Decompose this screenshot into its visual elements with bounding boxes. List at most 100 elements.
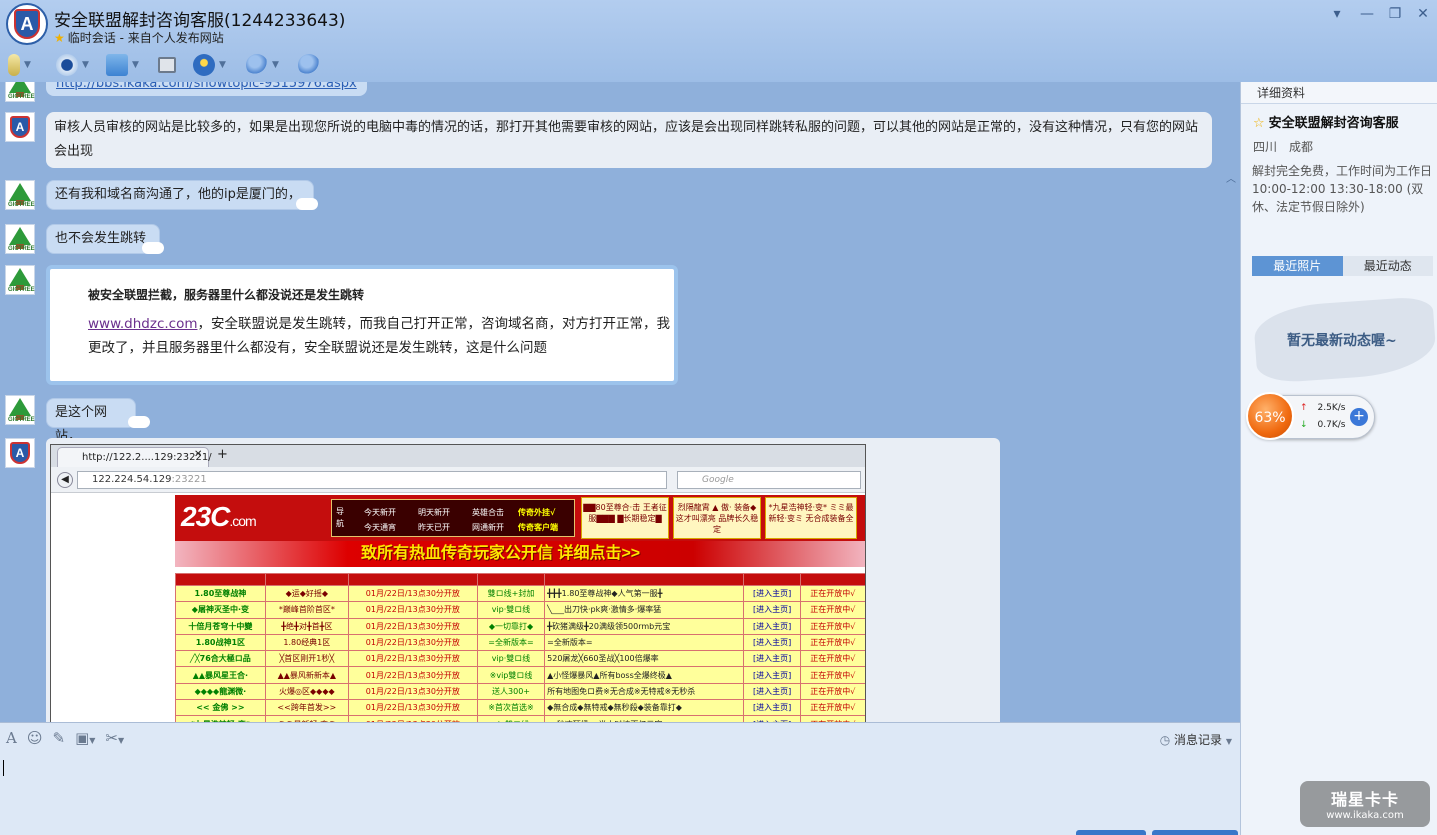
star-icon: ★	[54, 31, 65, 45]
video-call-button[interactable]: ▼	[56, 52, 89, 78]
message-bubble: 审核人员审核的网站是比较多的，如果是出现您所说的电脑中毒的情况的话，那打开其他需…	[46, 112, 1212, 168]
plus-icon[interactable]: +	[1350, 408, 1368, 426]
table-cell[interactable]: [进入主页]	[743, 650, 801, 668]
file-transfer-icon	[106, 54, 128, 76]
tab-recent-photos[interactable]: 最近照片	[1252, 256, 1343, 276]
microphone-icon	[8, 54, 20, 76]
minimize-button[interactable]: —	[1358, 6, 1376, 22]
table-cell: ▲▲暴风星王合·	[175, 666, 266, 684]
screen-share-button[interactable]	[158, 52, 176, 78]
table-cell: 01月/22日/13点30分开放	[347, 666, 478, 684]
table-cell: 01月/22日/13点30分开放	[347, 650, 478, 668]
panel-tabs: 最近照片 最近动态	[1252, 256, 1433, 276]
table-cell: 01月/22日/13点30分开放	[347, 699, 478, 717]
send-button[interactable]	[1152, 830, 1238, 835]
screenshot-image[interactable]: http://122.2....129:23221/ ✕ + ◀ 122.224…	[50, 444, 866, 722]
site-ad: ▇▇80至尊合·击 王者征服▇▇▇ ▇长期稳定▇	[581, 497, 669, 539]
table-cell: ※首次首选※	[476, 699, 546, 717]
chevron-up-icon[interactable]: ︿	[1226, 170, 1236, 185]
server-table: 1.80至尊战神 ◆运◆好摇◆ 01月/22日/13点30分开放 雙ロ线+封加 ╋╋╋1…	[175, 573, 865, 722]
table-row: 1.80战神1区 1.80经典1区 01月/22日/13点30分开放 =全新版本= =全…	[175, 633, 865, 652]
table-cell: 520屠龙╳660圣战╳100倍爆率	[544, 650, 745, 668]
browser-search: Google	[677, 471, 861, 489]
contact-avatar[interactable]: A	[6, 3, 48, 45]
table-cell[interactable]: [进入主页]	[743, 682, 801, 701]
table-cell: 1.80经典1区	[264, 633, 349, 652]
table-cell: 送人300+	[476, 682, 546, 701]
avatar[interactable]: GICTREE	[5, 395, 35, 425]
screen-share-icon	[158, 57, 176, 73]
close-button[interactable]: ✕	[1414, 6, 1432, 22]
browser-url: 122.224.54.129:23221	[77, 471, 667, 489]
chevron-down-icon: ▼	[132, 60, 139, 70]
table-cell[interactable]: [进入主页]	[743, 601, 801, 619]
speed-percent: 63%	[1246, 392, 1294, 440]
table-cell: ◆屠神灭圣中·变	[175, 601, 266, 619]
table-cell: 1.80至尊战神	[175, 584, 266, 603]
table-cell: ╋╋╋1.80至尊战神◆人气第一服╋	[544, 584, 745, 603]
table-cell[interactable]: [进入主页]	[743, 666, 801, 684]
message-link[interactable]: http://bbs.ikaka.com/showtopic-9315976.a…	[46, 82, 367, 96]
network-speed-widget[interactable]: 63% ↑ 2.5K/s ↓ 0.7K/s +	[1246, 392, 1375, 440]
site-header: 23C.com 导航 今天新开 明天新开 英雄合击 传奇外挂√ 今天通宵 昨天已…	[175, 495, 865, 541]
close-chat-button[interactable]	[1076, 830, 1146, 835]
tab-recent-activity[interactable]: 最近动态	[1342, 256, 1433, 276]
menu-dropdown-icon[interactable]: ▾	[1328, 6, 1346, 22]
message-link[interactable]: www.dhdzc.com	[88, 316, 198, 332]
avatar[interactable]: GICTREE	[5, 265, 35, 295]
table-cell: 01月/22日/13点30分开放	[347, 633, 478, 652]
table-cell: ※vip雙ロ线	[476, 666, 546, 684]
table-cell: vip·雙ロ线	[476, 601, 546, 619]
shield-logo-icon: A	[10, 116, 30, 138]
apps-button[interactable]: ▼	[193, 52, 226, 78]
back-icon: ◀	[57, 472, 73, 488]
star-icon: ☆	[1253, 116, 1265, 131]
message-history-button[interactable]: ◷ 消息记录 ▼	[1160, 731, 1232, 748]
avatar[interactable]: A	[5, 112, 35, 142]
table-cell[interactable]: [进入主页]	[743, 633, 801, 652]
send-file-button[interactable]: ▼	[106, 52, 139, 78]
table-row: ◆屠神灭圣中·变 *巅峰首阶首区* 01月/22日/13点30分开放 vip·雙ロ线 ╲…	[175, 601, 865, 619]
table-cell: 正在开放中√	[799, 601, 865, 619]
table-row: << 金佛 >> <<跨年首发>> 01月/22日/13点30分开放 ※首次首选※ ◆無…	[175, 699, 865, 717]
table-cell: 正在开放中√	[799, 682, 865, 701]
send-buttons	[1076, 830, 1240, 835]
avatar[interactable]: GICTREE	[5, 224, 35, 254]
voice-call-button[interactable]: ▼	[8, 52, 31, 78]
table-row: ◆◆◆◆龍渊微· 火爆◎区◆◆◆◆ 01月/22日/13点30分开放 送人300+ 所有…	[175, 682, 865, 701]
contact-name: ☆ 安全联盟解封咨询客服	[1253, 116, 1399, 131]
site-ad: 烈隔龍霄 ▲ 傲· 装备◆这才叫漂亮 品牌长久稳定	[673, 497, 761, 539]
table-cell[interactable]: [进入主页]	[743, 617, 801, 635]
table-cell: ◆运◆好摇◆	[264, 584, 349, 603]
table-cell[interactable]: [进入主页]	[743, 584, 801, 603]
remove-contact-icon	[246, 54, 268, 76]
restore-button[interactable]: ❐	[1386, 6, 1404, 22]
chevron-down-icon: ▼	[24, 60, 31, 70]
table-cell[interactable]: [进入主页]	[743, 699, 801, 717]
message-input-area[interactable]: A ☺ ✎ ▣▼ ✂▼ ◷ 消息记录 ▼	[0, 722, 1240, 835]
avatar[interactable]: GICTREE	[5, 180, 35, 210]
chat-history[interactable]: GICTREE http://bbs.ikaka.com/showtopic-9…	[0, 82, 1240, 722]
window-title: 安全联盟解封咨询客服(1244233643)	[54, 11, 346, 31]
site-logo: 23C.com	[181, 501, 257, 532]
chevron-down-icon: ▼	[219, 60, 226, 70]
emoji-icon[interactable]: ☺	[27, 729, 43, 749]
edit-icon[interactable]: ✎	[52, 729, 65, 749]
font-icon[interactable]: A	[6, 729, 17, 749]
screenshot-cut-icon[interactable]: ✂▼	[105, 729, 124, 749]
table-cell: 正在开放中√	[799, 666, 865, 684]
table-cell: 雙ロ线+封加	[476, 584, 546, 603]
table-cell: 正在开放中√	[799, 650, 865, 668]
image-icon[interactable]: ▣▼	[75, 729, 95, 749]
table-cell: 所有地图免ロ费※无合成※无特戒※无秒杀	[544, 682, 745, 701]
add-contact-button[interactable]	[298, 52, 320, 78]
bubble-cloud-decoration	[296, 198, 318, 210]
table-cell: 01月/22日/13点30分开放	[347, 617, 478, 635]
table-cell: 01月/22日/13点30分开放	[347, 584, 478, 603]
table-cell: *巅峰首阶首区*	[264, 601, 349, 619]
avatar[interactable]: A	[5, 438, 35, 468]
avatar[interactable]: GICTREE	[5, 82, 35, 102]
block-contact-button[interactable]: ▼	[246, 52, 279, 78]
tree-avatar-icon	[9, 227, 31, 249]
watermark: 瑞星卡卡 www.ikaka.com	[1300, 781, 1430, 827]
